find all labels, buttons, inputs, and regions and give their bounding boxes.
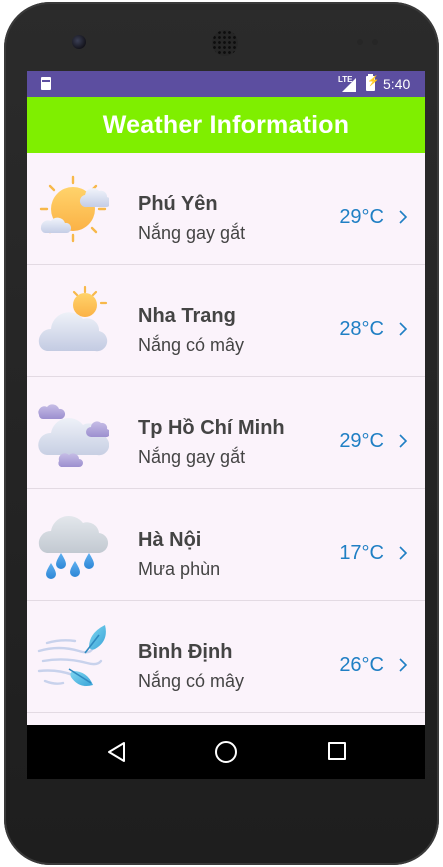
city-name: Hà Nội <box>138 529 202 551</box>
city-name: Bình Định <box>138 641 233 663</box>
weather-list: Phú Yên Nắng gay gắt 29°C Nha Trang Nắng… <box>27 153 425 713</box>
temperature-value: 29°C <box>339 430 384 452</box>
app-bar: Weather Information <box>27 97 425 153</box>
recents-icon[interactable] <box>328 742 346 760</box>
temperature-value: 17°C <box>339 542 384 564</box>
status-bar: LTE ⚡ 5:40 <box>27 71 425 97</box>
chevron-right-icon <box>399 658 408 672</box>
battery-glyph: ⚡ <box>367 76 380 87</box>
wind-leaves-icon <box>37 625 106 687</box>
status-time: 5:40 <box>383 76 411 92</box>
chevron-right-icon <box>399 546 408 560</box>
app-title: Weather Information <box>102 110 350 139</box>
phone-frame: LTE ⚡ 5:40 Weather Information Phú Yên N… <box>4 2 439 865</box>
navigation-bar <box>27 725 425 779</box>
city-name: Phú Yên <box>138 193 218 215</box>
city-name: Tp Hồ Chí Minh <box>138 417 285 439</box>
chevron-right-icon <box>399 210 408 224</box>
home-icon[interactable] <box>215 741 237 763</box>
weather-description: Nắng có mây <box>138 335 245 355</box>
clouds-icon <box>38 404 109 467</box>
back-icon[interactable] <box>107 741 127 763</box>
rain-cloud-icon <box>38 515 109 579</box>
chevron-right-icon <box>399 322 408 336</box>
earpiece-speaker <box>212 30 238 56</box>
battery-charging-icon: ⚡ <box>366 74 379 91</box>
sim-card-icon <box>41 77 51 90</box>
weather-description: Nắng gay gắt <box>138 447 246 467</box>
light-sensor <box>372 39 378 45</box>
weather-list-item[interactable]: Phú Yên Nắng gay gắt 29°C <box>27 153 425 265</box>
weather-description: Nắng gay gắt <box>138 223 246 243</box>
screen: LTE ⚡ 5:40 Weather Information Phú Yên N… <box>27 71 425 779</box>
network-type-label: LTE <box>338 75 353 84</box>
weather-list-item[interactable]: Nha Trang Nắng có mây 28°C <box>27 265 425 377</box>
weather-description: Nắng có mây <box>138 671 245 691</box>
temperature-value: 26°C <box>339 654 384 676</box>
weather-list-item[interactable]: Bình Định Nắng có mây 26°C <box>27 601 425 713</box>
temperature-value: 28°C <box>339 318 384 340</box>
temperature-value: 29°C <box>339 206 384 228</box>
weather-list-item[interactable]: Hà Nội Mưa phùn 17°C <box>27 489 425 601</box>
weather-list-item[interactable]: Tp Hồ Chí Minh Nắng gay gắt 29°C <box>27 377 425 489</box>
front-camera <box>72 35 86 49</box>
weather-description: Mưa phùn <box>138 559 221 579</box>
chevron-right-icon <box>399 434 408 448</box>
sun-cloud-icon <box>39 175 109 243</box>
proximity-sensor <box>357 39 363 45</box>
cloud-sun-icon <box>38 285 108 352</box>
city-name: Nha Trang <box>138 305 236 327</box>
